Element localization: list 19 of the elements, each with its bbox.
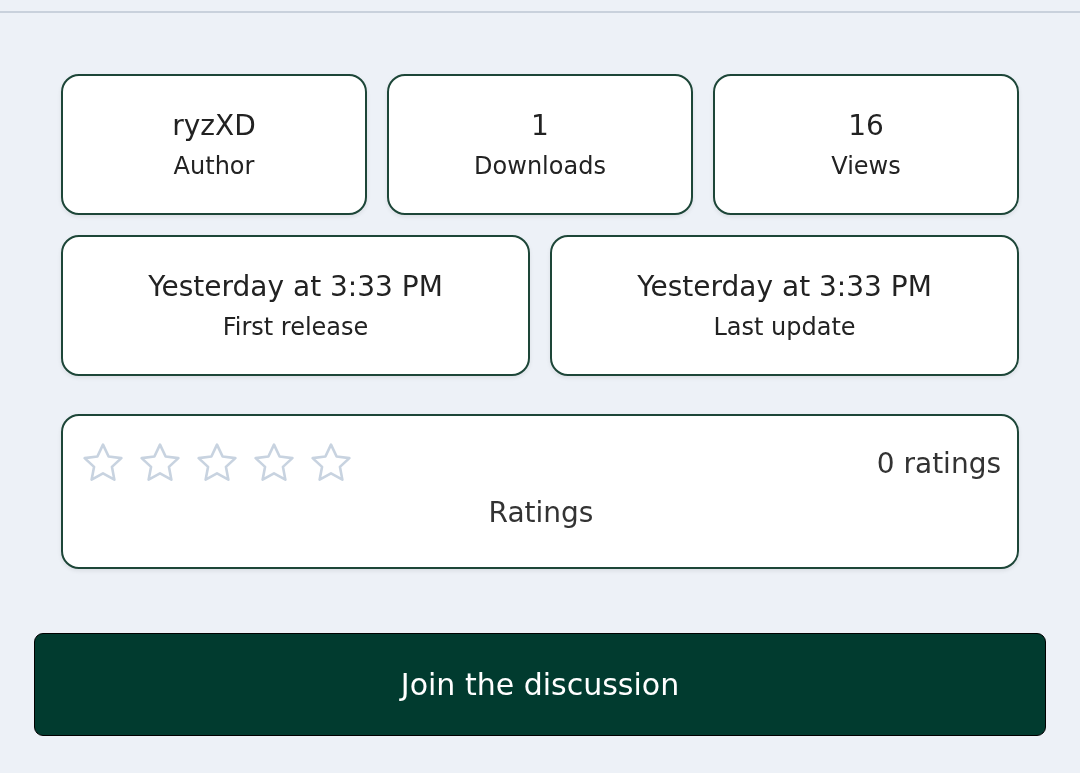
join-discussion-button[interactable]: Join the discussion xyxy=(34,633,1046,736)
stat-label: Last update xyxy=(713,313,856,341)
stat-value: 1 xyxy=(531,109,549,142)
stat-label: Downloads xyxy=(474,152,606,180)
ratings-label: Ratings xyxy=(488,496,594,529)
stat-label: Author xyxy=(173,152,255,180)
star-icon xyxy=(81,442,125,484)
stat-label: Views xyxy=(831,152,901,180)
stat-value: Yesterday at 3:33 PM xyxy=(637,270,932,303)
stat-label: First release xyxy=(222,313,369,341)
stat-value: 16 xyxy=(848,109,884,142)
stat-value: ryzXD xyxy=(172,109,256,142)
ratings-count: 0 ratings xyxy=(876,446,1001,480)
stat-value: Yesterday at 3:33 PM xyxy=(148,270,443,303)
star-icon xyxy=(138,442,182,484)
star-rating[interactable] xyxy=(81,442,353,484)
star-icon xyxy=(252,442,296,484)
star-icon xyxy=(195,442,239,484)
star-icon xyxy=(309,442,353,484)
